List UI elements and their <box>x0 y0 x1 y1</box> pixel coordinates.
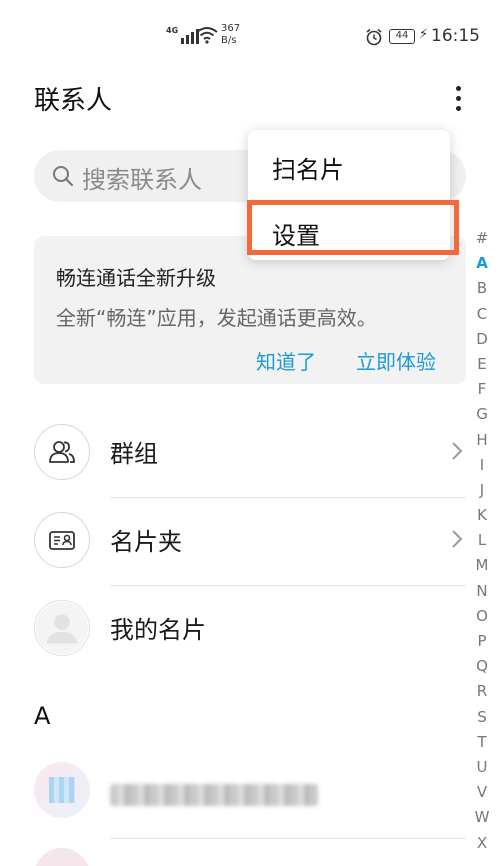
my-card-label: 我的名片 <box>110 616 206 644</box>
alphabet-index-letter[interactable]: U <box>477 755 488 780</box>
alphabet-index-letter[interactable]: P <box>477 629 486 654</box>
contact-avatar <box>34 848 90 866</box>
clock: 16:15 <box>431 26 480 46</box>
highlight-box <box>247 200 459 255</box>
alphabet-index-letter[interactable]: X <box>477 831 487 856</box>
status-bar: 4G 367 B/s 44 ⚡ 16:15 <box>0 0 500 74</box>
alphabet-index-letter[interactable]: H <box>476 428 487 453</box>
contact-row[interactable] <box>0 752 466 840</box>
alphabet-index-letter[interactable]: Q <box>476 654 488 679</box>
charging-icon: ⚡ <box>419 27 429 42</box>
alphabet-index-letter[interactable]: A <box>476 251 488 276</box>
chevron-right-icon <box>452 530 463 548</box>
alphabet-index-letter[interactable]: N <box>476 579 487 604</box>
alphabet-index-letter[interactable]: J <box>480 478 484 503</box>
divider <box>110 838 466 839</box>
alphabet-index-letter[interactable]: E <box>477 352 486 377</box>
alphabet-index-letter[interactable]: C <box>477 302 487 327</box>
alphabet-index-letter[interactable]: O <box>476 604 488 629</box>
banner-description: 全新“畅连”应用，发起通话更高效。 <box>56 306 377 330</box>
my-card-row[interactable]: 我的名片 <box>0 586 466 674</box>
more-options-button[interactable] <box>448 82 468 114</box>
chevron-right-icon <box>452 442 463 460</box>
alphabet-index-letter[interactable]: V <box>477 780 487 805</box>
page-title: 联系人 <box>34 86 113 116</box>
menu-item-scan-card[interactable]: 扫名片 <box>272 150 344 185</box>
alphabet-index-letter[interactable]: # <box>476 226 489 251</box>
alphabet-index[interactable]: # A B C D E F G H I J K L M N O P Q R S T U V W X <box>470 226 494 856</box>
alphabet-index-letter[interactable]: K <box>477 503 487 528</box>
contact-name-redacted <box>110 784 318 806</box>
section-header: A <box>34 702 51 730</box>
groups-label: 群组 <box>110 440 158 468</box>
alphabet-index-letter[interactable]: G <box>476 402 488 427</box>
search-icon <box>53 166 74 187</box>
avatar <box>34 600 90 656</box>
alphabet-index-letter[interactable]: F <box>478 377 487 402</box>
wifi-icon <box>196 27 218 44</box>
banner-title: 畅连通话全新升级 <box>56 266 216 290</box>
contact-avatar <box>34 762 90 818</box>
network-type: 4G <box>166 26 179 35</box>
network-speed: 367 B/s <box>221 23 241 46</box>
alphabet-index-letter[interactable]: W <box>475 805 490 830</box>
groups-icon <box>34 424 90 480</box>
alphabet-index-letter[interactable]: M <box>476 553 489 578</box>
try-now-button[interactable]: 立即体验 <box>356 346 436 375</box>
alphabet-index-letter[interactable]: R <box>477 679 487 704</box>
signal-icon: 4G <box>166 26 200 44</box>
battery-level: 44 <box>389 29 415 44</box>
alphabet-index-letter[interactable]: D <box>476 327 488 352</box>
alphabet-index-letter[interactable]: L <box>478 528 486 553</box>
groups-row[interactable]: 群组 <box>0 410 466 498</box>
alarm-icon <box>366 28 382 46</box>
alphabet-index-letter[interactable]: B <box>477 276 487 301</box>
search-placeholder: 搜索联系人 <box>82 166 202 194</box>
alphabet-index-letter[interactable]: T <box>477 730 486 755</box>
card-holder-row[interactable]: 名片夹 <box>0 498 466 586</box>
alphabet-index-letter[interactable]: S <box>477 705 487 730</box>
card-holder-label: 名片夹 <box>110 528 182 556</box>
alphabet-index-letter[interactable]: I <box>480 453 484 478</box>
business-card-icon <box>34 512 90 568</box>
dismiss-button[interactable]: 知道了 <box>256 346 316 375</box>
